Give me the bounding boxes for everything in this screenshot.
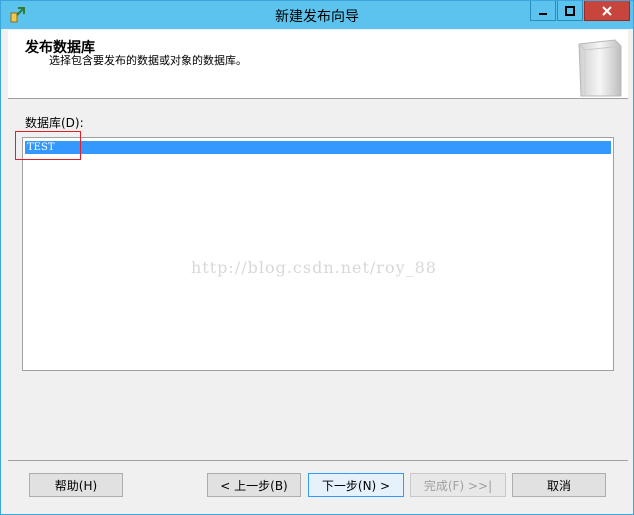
watermark: http://blog.csdn.net/roy_88 <box>191 258 437 277</box>
page-subtitle: 选择包含要发布的数据或对象的数据库。 <box>49 54 247 67</box>
footer-divider <box>8 460 628 461</box>
list-item[interactable]: TEST <box>25 141 611 154</box>
cancel-button[interactable]: 取消 <box>512 473 606 497</box>
title-bar[interactable]: 新建发布向导 <box>1 1 633 29</box>
database-listbox[interactable]: TEST <box>22 137 614 371</box>
maximize-button[interactable] <box>557 1 583 21</box>
maximize-icon <box>565 5 575 16</box>
finish-button[interactable]: 完成(F) >>| <box>410 473 506 497</box>
back-button[interactable]: < 上一步(B) <box>207 473 301 497</box>
annotation-highlight <box>15 131 81 160</box>
next-button[interactable]: 下一步(N) > <box>308 473 404 497</box>
wizard-window: 新建发布向导 发布数据库 选择包含要发布的数据或对象的数据库。 数据库(D): … <box>0 0 634 515</box>
database-cylinder-icon <box>571 34 627 98</box>
minimize-icon <box>539 12 547 15</box>
minimize-button[interactable] <box>530 1 556 21</box>
close-icon <box>602 5 612 16</box>
database-label: 数据库(D): <box>25 116 84 130</box>
help-button[interactable]: 帮助(H) <box>29 473 123 497</box>
wizard-header: 发布数据库 选择包含要发布的数据或对象的数据库。 <box>8 30 628 99</box>
close-button[interactable] <box>584 1 630 21</box>
